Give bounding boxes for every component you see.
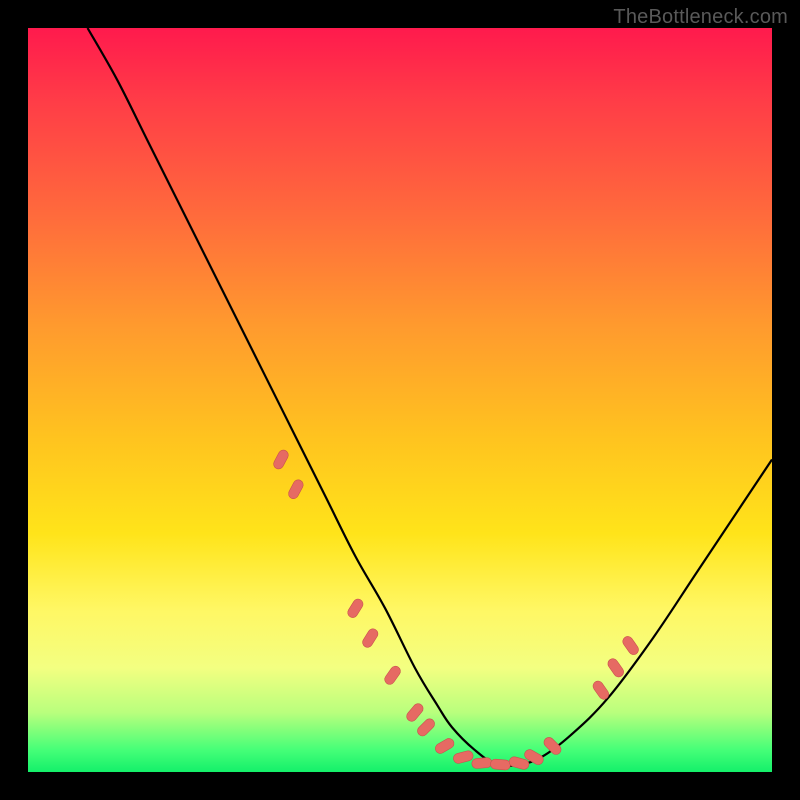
chart-frame: TheBottleneck.com (0, 0, 800, 800)
curve-marker (415, 717, 436, 738)
curve-marker (452, 750, 474, 765)
curve-marker (287, 478, 305, 500)
curve-marker (621, 634, 641, 656)
curve-marker (606, 657, 626, 679)
bottleneck-curve-path (88, 28, 772, 766)
plot-area (28, 28, 772, 772)
curve-marker (490, 759, 511, 771)
curve-marker (405, 702, 426, 724)
curve-marker (346, 597, 365, 619)
watermark-label: TheBottleneck.com (613, 6, 788, 29)
curve-marker (433, 737, 455, 756)
curve-svg (28, 28, 772, 772)
curve-marker (471, 757, 492, 769)
curve-marker (542, 735, 563, 756)
curve-marker (361, 627, 380, 649)
bottleneck-curve (88, 28, 772, 766)
curve-marker (383, 664, 403, 686)
curve-marker (272, 448, 290, 470)
